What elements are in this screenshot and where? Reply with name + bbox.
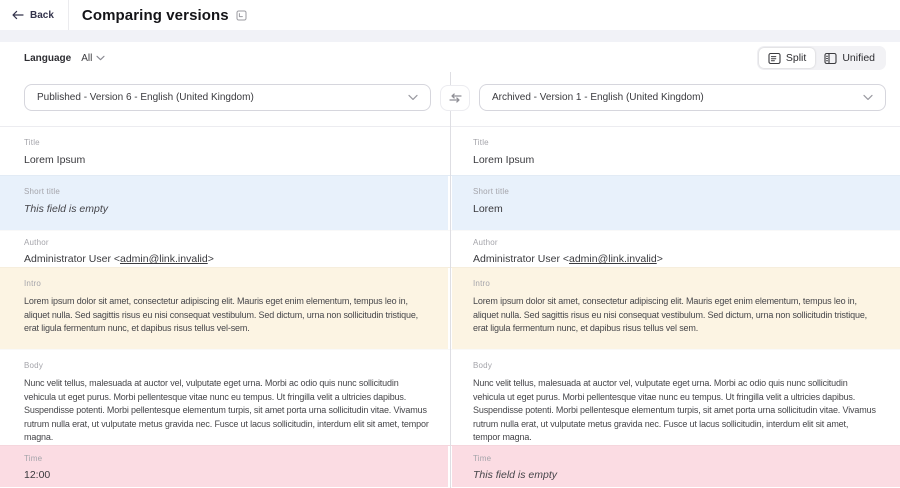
author-name: Administrator User < [24, 253, 120, 265]
compare-area: Published - Version 6 - English (United … [0, 72, 900, 488]
left-version-select[interactable]: Published - Version 6 - English (United … [24, 84, 431, 111]
author-email-link[interactable]: admin@link.invalid [569, 253, 657, 265]
unified-label: Unified [842, 52, 875, 64]
field-label: Intro [473, 279, 876, 288]
row-short-title-right: Short title Lorem [450, 176, 900, 230]
field-paragraph: Lorem ipsum dolor sit amet, consectetur … [24, 295, 432, 336]
field-value: 12:00 [24, 469, 432, 481]
unified-view-button[interactable]: Unified [815, 48, 884, 68]
field-value: Lorem Ipsum [473, 154, 876, 166]
field-label: Title [24, 138, 432, 147]
comparing-versions-dialog: Back Comparing versions Language All [0, 0, 900, 488]
chevron-down-icon [96, 55, 105, 61]
row-body-right: Body Nunc velit tellus, malesuada at auc… [450, 350, 900, 445]
field-value: Lorem [473, 203, 876, 215]
toolbar: Language All Split Unified [0, 42, 900, 72]
row-intro-left: Intro Lorem ipsum dolor sit amet, consec… [0, 268, 450, 349]
field-value-empty: This field is empty [473, 469, 876, 481]
page-title: Comparing versions [82, 7, 229, 24]
field-label: Body [473, 361, 876, 370]
field-paragraph: Nunc velit tellus, malesuada at auctor v… [473, 377, 876, 445]
row-body-left: Body Nunc velit tellus, malesuada at auc… [0, 350, 450, 445]
field-label: Author [473, 238, 876, 247]
language-dropdown[interactable]: All [81, 53, 105, 64]
split-label: Split [786, 52, 806, 64]
field-label: Title [473, 138, 876, 147]
left-version-value: Published - Version 6 - English (United … [37, 92, 408, 103]
unified-view-icon [824, 52, 837, 65]
row-time-left: Time 12:00 [0, 446, 450, 487]
header: Back Comparing versions [0, 0, 900, 30]
swap-versions-button[interactable] [440, 85, 470, 111]
field-label: Intro [24, 279, 432, 288]
field-value: Administrator User <admin@link.invalid> [473, 253, 876, 265]
split-view-icon [768, 52, 781, 65]
back-label: Back [30, 10, 54, 21]
right-version-select[interactable]: Archived - Version 1 - English (United K… [479, 84, 886, 111]
field-value: Administrator User <admin@link.invalid> [24, 253, 432, 265]
author-suffix: > [208, 253, 214, 265]
column-divider [450, 72, 451, 488]
split-view-button[interactable]: Split [759, 48, 815, 68]
row-title-left: Title Lorem Ipsum [0, 127, 450, 175]
field-label: Short title [473, 187, 876, 196]
view-mode-toggle: Split Unified [757, 46, 886, 70]
field-paragraph: Nunc velit tellus, malesuada at auctor v… [24, 377, 432, 445]
field-label: Time [24, 454, 432, 463]
author-name: Administrator User < [473, 253, 569, 265]
gap-strip [0, 30, 900, 42]
field-label: Short title [24, 187, 432, 196]
row-author-left: Author Administrator User <admin@link.in… [0, 231, 450, 267]
row-title-right: Title Lorem Ipsum [450, 127, 900, 175]
field-value-empty: This field is empty [24, 203, 432, 215]
swap-arrows-icon [449, 93, 462, 103]
language-value: All [81, 53, 92, 64]
row-author-right: Author Administrator User <admin@link.in… [450, 231, 900, 267]
chevron-down-icon [408, 94, 418, 101]
versions-badge-icon [236, 10, 247, 21]
field-label: Body [24, 361, 432, 370]
language-label: Language [24, 53, 71, 64]
row-time-right: Time This field is empty [450, 446, 900, 487]
field-label: Time [473, 454, 876, 463]
row-short-title-left: Short title This field is empty [0, 176, 450, 230]
right-version-value: Archived - Version 1 - English (United K… [492, 92, 863, 103]
field-paragraph: Lorem ipsum dolor sit amet, consectetur … [473, 295, 876, 336]
chevron-down-icon [863, 94, 873, 101]
author-email-link[interactable]: admin@link.invalid [120, 253, 208, 265]
arrow-left-icon [12, 10, 24, 20]
field-value: Lorem Ipsum [24, 154, 432, 166]
page-title-wrap: Comparing versions [82, 7, 247, 24]
row-intro-right: Intro Lorem ipsum dolor sit amet, consec… [450, 268, 900, 349]
back-button[interactable]: Back [0, 0, 69, 30]
field-label: Author [24, 238, 432, 247]
author-suffix: > [657, 253, 663, 265]
